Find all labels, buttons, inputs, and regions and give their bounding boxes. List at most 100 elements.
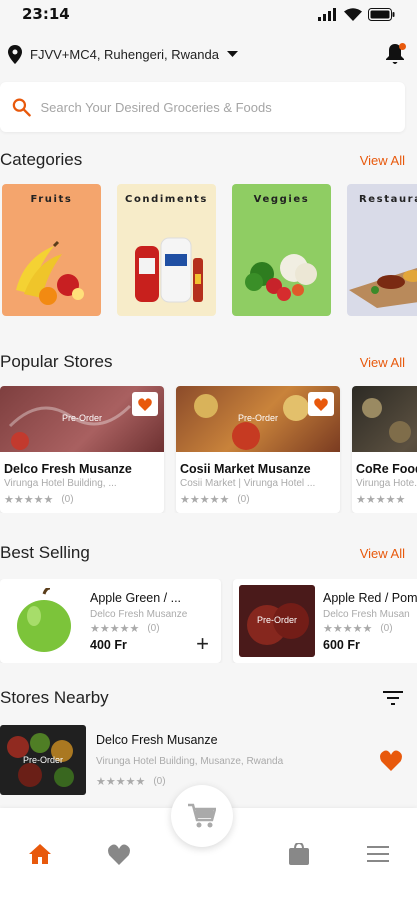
category-label: Veggies [253, 194, 310, 205]
filter-icon[interactable] [383, 691, 403, 705]
status-icons [318, 7, 395, 21]
product-info: Apple Red / Pom Delco Fresh Musan ★★★★★ (… [315, 591, 417, 652]
cart-icon [188, 803, 216, 828]
product-rating: ★★★★★ (0) [323, 620, 417, 635]
product-store: Delco Fresh Musan [323, 608, 410, 620]
categories-list: Fruits Condiments Veggies Restaur [0, 184, 417, 316]
wifi-icon [344, 7, 362, 21]
preorder-label: Pre-Order [22, 755, 63, 765]
categories-title: Categories [0, 150, 83, 169]
product-store: Delco Fresh Musanze [90, 608, 188, 620]
category-card-restaurants[interactable]: Restaurants [347, 184, 417, 316]
best-selling-title: Best Selling [0, 543, 90, 562]
store-card[interactable]: Pre-Order Delco Fresh Musanze Virunga Ho… [0, 386, 164, 513]
store-image-art [362, 398, 411, 443]
preorder-label: Pre-Order [256, 615, 297, 625]
nearby-store-address: Virunga Hotel Building, Musanze, Rwanda [96, 755, 284, 767]
nav-favorites[interactable] [99, 834, 139, 874]
store-image: Pre-Order [0, 386, 164, 452]
store-name: Cosii Market Musanze [180, 462, 311, 476]
stores-nearby-header: Stores Nearby [0, 687, 417, 709]
star-icon: ★★★★★ [180, 494, 230, 506]
category-label: Fruits [30, 194, 73, 205]
menu-icon [366, 846, 389, 862]
nav-home[interactable] [20, 834, 60, 874]
store-card[interactable]: Pre-Order Cosii Market Musanze Cosii Mar… [176, 386, 340, 513]
battery-icon [368, 7, 395, 21]
add-to-cart-button[interactable]: + [196, 633, 209, 655]
store-name: CoRe Foods [356, 462, 417, 476]
nav-menu[interactable] [358, 834, 398, 874]
nearby-store-image: Pre-Order [0, 725, 86, 795]
restaurants-image [349, 268, 417, 308]
status-bar: 23:14 [0, 0, 417, 28]
stores-nearby-title: Stores Nearby [0, 688, 109, 707]
star-icon: ★★★★★ [323, 622, 373, 635]
popular-stores-view-all-link[interactable]: View All [360, 355, 405, 370]
review-count: (0) [153, 775, 166, 787]
popular-stores-list: Pre-Order Delco Fresh Musanze Virunga Ho… [0, 386, 417, 513]
location-selector[interactable]: FJVV+MC4, Ruhengeri, Rwanda [8, 44, 238, 64]
location-pin-icon [8, 44, 22, 64]
star-icon: ★★★★★ [90, 622, 140, 635]
categories-header: Categories View All [0, 150, 417, 170]
store-name: Delco Fresh Musanze [4, 462, 132, 476]
product-card[interactable]: Pre-Order Apple Red / Pom Delco Fresh Mu… [233, 579, 417, 663]
review-count: (0) [237, 494, 250, 505]
favorite-button[interactable] [132, 392, 158, 416]
product-price: 600 Fr [323, 637, 360, 652]
category-label: Condiments [125, 194, 208, 205]
location-bar: FJVV+MC4, Ruhengeri, Rwanda [0, 28, 417, 80]
product-image [6, 585, 82, 657]
best-selling-list: Apple Green / ... Delco Fresh Musanze ★★… [0, 579, 417, 663]
search-icon [12, 98, 31, 117]
signal-icon [318, 7, 336, 21]
star-icon: ★★★★★ [4, 494, 54, 506]
store-address: Virunga Hotel Building, ... [4, 478, 117, 489]
review-count: (0) [61, 494, 74, 505]
star-icon: ★★★★★ [96, 775, 146, 788]
nearby-store-info: Delco Fresh Musanze Virunga Hotel Buildi… [86, 733, 379, 788]
nearby-store-name: Delco Fresh Musanze [96, 732, 218, 747]
store-card[interactable]: CoRe Foods Virunga Hote... ★★★★★ [352, 386, 417, 513]
product-name: Apple Green / ... [90, 590, 182, 605]
green-apple-image [17, 588, 71, 652]
heart-icon [314, 397, 328, 411]
store-rating: ★★★★★ (0) [176, 489, 340, 506]
review-count: (0) [147, 622, 160, 634]
nav-orders[interactable] [279, 834, 319, 874]
review-count: (0) [380, 622, 393, 634]
popular-stores-header: Popular Stores View All [0, 352, 417, 372]
category-card-condiments[interactable]: Condiments [117, 184, 216, 316]
category-card-fruits[interactable]: Fruits [2, 184, 101, 316]
notification-button[interactable] [381, 40, 409, 68]
store-image: Pre-Order [176, 386, 340, 452]
product-name: Apple Red / Pom [323, 590, 417, 605]
best-selling-header: Best Selling View All [0, 543, 417, 563]
fruits-image [16, 240, 84, 305]
cart-button[interactable] [171, 785, 233, 847]
heart-icon[interactable] [379, 750, 403, 771]
home-icon [28, 844, 51, 864]
product-card[interactable]: Apple Green / ... Delco Fresh Musanze ★★… [0, 579, 221, 663]
nearby-store-card[interactable]: Pre-Order Delco Fresh Musanze Virunga Ho… [0, 725, 417, 795]
favorite-button[interactable] [308, 392, 334, 416]
categories-view-all-link[interactable]: View All [360, 153, 405, 168]
best-selling-view-all-link[interactable]: View All [360, 546, 405, 561]
store-rating: ★★★★★ (0) [0, 489, 164, 506]
star-icon: ★★★★★ [356, 494, 406, 506]
store-image [352, 386, 417, 452]
heart-icon [107, 844, 130, 865]
nearby-store-rating: ★★★★★ (0) [96, 767, 379, 788]
veggies-image [245, 254, 317, 301]
heart-icon [138, 397, 152, 411]
search-input[interactable] [40, 99, 393, 115]
category-card-veggies[interactable]: Veggies [232, 184, 331, 316]
location-address: FJVV+MC4, Ruhengeri, Rwanda [30, 46, 219, 62]
store-address: Virunga Hote... [356, 478, 417, 489]
popular-stores-title: Popular Stores [0, 352, 113, 371]
product-info: Apple Green / ... Delco Fresh Musanze ★★… [82, 591, 215, 652]
category-label: Restaurants [359, 194, 417, 205]
search-bar[interactable] [0, 82, 405, 132]
bag-icon [288, 843, 309, 865]
